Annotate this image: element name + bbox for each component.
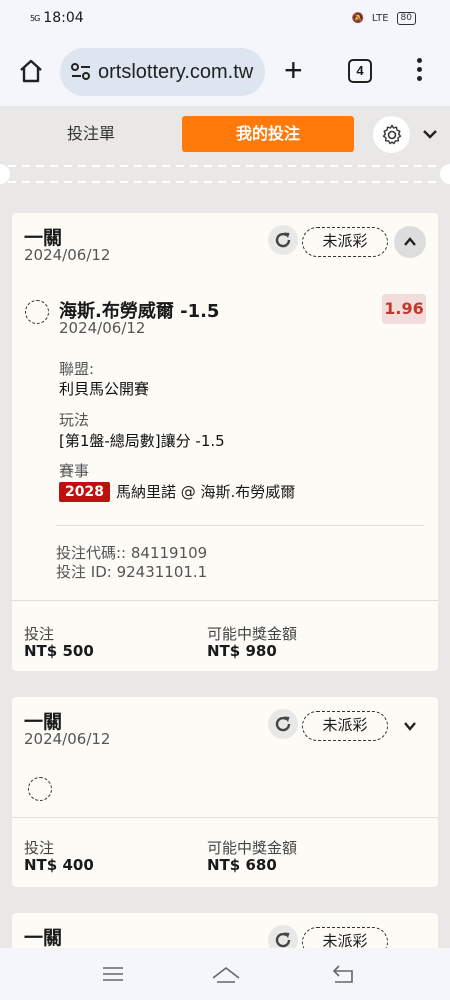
divider [12,600,438,601]
home-icon[interactable] [18,58,44,84]
bet-nav: 投注單 我的投注 [0,106,450,164]
more-menu-icon[interactable] [415,58,423,84]
url-text: ortslottery.com.tw [98,60,254,83]
refresh-icon [275,232,291,248]
selection-radio[interactable] [28,777,52,801]
address-bar[interactable]: ortslottery.com.tw [60,48,265,96]
divider [12,817,438,818]
bet-card: 一關 2024/06/12 未派彩 海斯.布勞威爾 -1.5 1.96 2024… [12,213,438,671]
bet-card: 一關 未派彩 [12,913,438,948]
refresh-button[interactable] [268,925,298,948]
chevron-down-icon [404,722,416,731]
odds-badge: 1.96 [382,294,426,324]
tab-my-bets[interactable]: 我的投注 [182,116,354,152]
status-badge: 未派彩 [302,711,388,741]
refresh-button[interactable] [268,709,298,739]
battery-icon: 80 [396,12,416,25]
status-badge: 未派彩 [302,927,388,948]
bet-card: 一關 2024/06/12 未派彩 投注 NT$ 400 可能中獎金額 NT$ … [12,697,438,887]
bet-type: 一關 [24,927,63,948]
new-tab-icon[interactable]: + [284,54,303,86]
chevron-down-icon[interactable] [420,124,440,144]
bet-date: 2024/06/12 [24,246,111,264]
signal-icon: 5G [30,13,40,23]
status-bar: 5G 18:04 🔕 LTE 80 [0,0,450,40]
bet-date: 2024/06/12 [24,730,111,748]
mute-icon: 🔕 [351,13,364,24]
chevron-up-icon [404,237,416,246]
expand-button[interactable] [398,714,422,738]
page-content: 投注單 我的投注 一關 2024/06/12 未派彩 海斯.布勞威爾 -1.5 … [0,106,450,948]
event-row: 2028 馬納里諾 @ 海斯.布勞威爾 [59,481,295,502]
tab-switcher-button[interactable]: 4 [348,59,372,83]
potential-win-label: 可能中獎金額 [207,625,298,643]
potential-win-label: 可能中獎金額 [207,839,298,857]
gear-icon [382,124,401,144]
event-id-badge: 2028 [59,481,110,502]
stake-label: 投注 [24,839,55,857]
refresh-button[interactable] [268,225,298,255]
potential-win-value: NT$ 680 [207,856,277,874]
event-label: 賽事 [59,462,90,480]
stake-label: 投注 [24,625,55,643]
collapse-button[interactable] [394,226,426,258]
back-icon[interactable] [331,962,355,986]
tab-betslip[interactable]: 投注單 [12,116,170,152]
league-label: 聯盟: [59,360,95,378]
selection-date: 2024/06/12 [59,319,146,337]
volte-icon: LTE [371,13,389,24]
system-nav-bar [0,948,450,1000]
league-value: 利貝馬公開賽 [59,380,150,398]
site-settings-icon[interactable] [70,62,92,82]
settings-button[interactable] [373,116,410,153]
divider [56,525,424,526]
stake-value: NT$ 400 [24,856,94,874]
market-value: [第1盤-總局數]讓分 -1.5 [59,432,225,450]
browser-toolbar: ortslottery.com.tw + 4 [0,40,450,106]
selection-radio[interactable] [25,300,49,324]
potential-win-value: NT$ 980 [207,642,277,660]
ticket-divider [0,164,450,184]
menu-icon[interactable] [101,962,125,986]
event-name: 馬納里諾 @ 海斯.布勞威爾 [115,483,296,501]
home-nav-icon[interactable] [211,962,241,986]
bet-code: 投注代碼:: 84119109 [56,544,208,562]
status-badge: 未派彩 [302,227,388,257]
refresh-icon [275,932,291,948]
refresh-icon [275,716,291,732]
market-label: 玩法 [59,411,90,429]
status-time: 18:04 [43,10,84,26]
stake-value: NT$ 500 [24,642,94,660]
bet-id: 投注 ID: 92431101.1 [56,563,208,581]
